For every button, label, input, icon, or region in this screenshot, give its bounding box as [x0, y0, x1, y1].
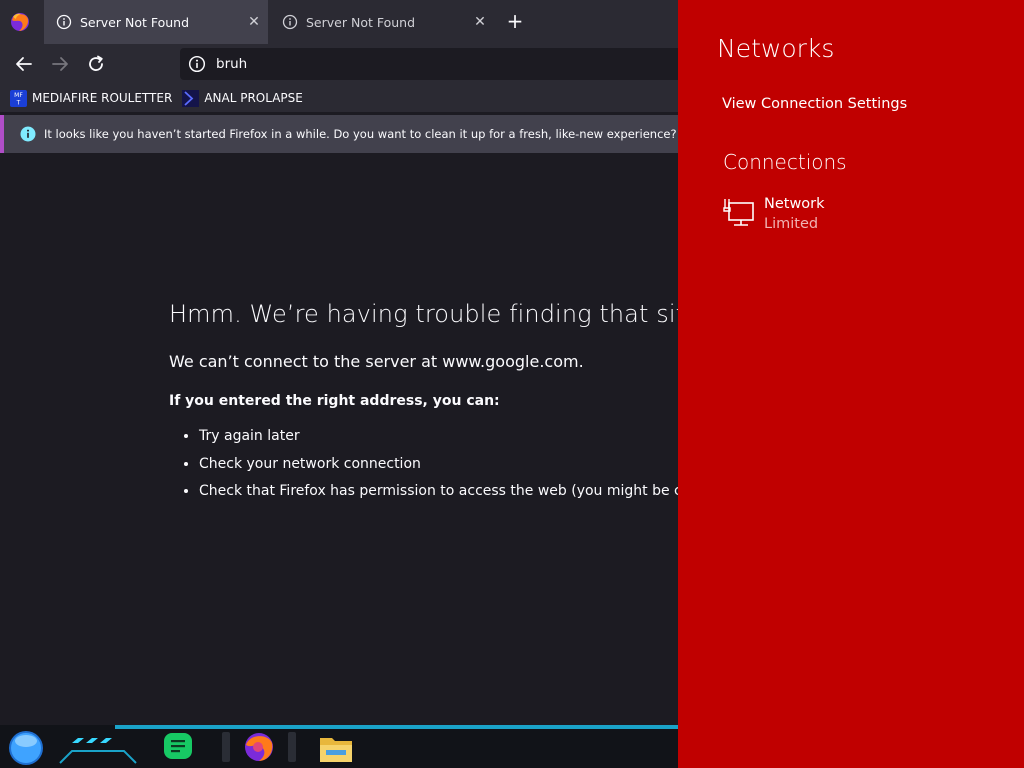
- bookmark-label: ANAL PROLAPSE: [204, 91, 303, 105]
- firefox-icon[interactable]: [222, 728, 298, 766]
- info-icon: [282, 14, 298, 30]
- info-icon: [56, 14, 72, 30]
- reload-icon[interactable]: [84, 52, 108, 76]
- error-page: Hmm. We’re having trouble finding that s…: [169, 300, 678, 506]
- close-tab-icon[interactable]: ✕: [244, 14, 264, 30]
- forward-arrow-icon[interactable]: [48, 52, 72, 76]
- firefox-window: Server Not Found ✕ Server Not Found ✕ +: [0, 0, 678, 725]
- start-orb-icon[interactable]: [6, 728, 46, 768]
- connections-heading: Connections: [723, 150, 847, 174]
- address-bar[interactable]: bruh: [180, 48, 678, 80]
- network-flyout: Networks View Connection Settings Connec…: [678, 0, 1024, 768]
- tab-strip: Server Not Found ✕ Server Not Found ✕ +: [0, 0, 678, 44]
- error-subtitle: If you entered the right address, you ca…: [169, 393, 500, 409]
- info-icon: [20, 126, 36, 142]
- mediafire-icon: MF T: [10, 89, 27, 107]
- firefox-menu-icon[interactable]: [8, 10, 32, 34]
- notification-text: It looks like you haven’t started Firefo…: [44, 127, 678, 141]
- chat-app-icon[interactable]: [162, 732, 194, 762]
- refresh-firefox-notification: It looks like you haven’t started Firefo…: [0, 115, 678, 153]
- close-tab-icon[interactable]: ✕: [470, 14, 490, 30]
- svg-text:T: T: [16, 99, 21, 106]
- network-name[interactable]: Network: [764, 196, 825, 212]
- site-info-icon[interactable]: [188, 55, 206, 73]
- tab-title: Server Not Found: [306, 14, 416, 30]
- url-text[interactable]: bruh: [216, 56, 247, 72]
- back-arrow-icon[interactable]: [12, 52, 36, 76]
- list-item: Check that Firefox has permission to acc…: [199, 478, 678, 506]
- bookmark-anal-prolapse[interactable]: ANAL PROLAPSE: [182, 89, 303, 107]
- bookmark-label: MEDIAFIRE ROULETTER: [32, 91, 173, 105]
- taskbar: [0, 725, 678, 768]
- ethernet-network-icon[interactable]: [723, 196, 755, 228]
- error-title: Hmm. We’re having trouble finding that s…: [169, 300, 678, 328]
- list-item: Try again later: [199, 423, 678, 451]
- file-explorer-icon[interactable]: [318, 732, 354, 764]
- bookmarks-toolbar: MF T MEDIAFIRE ROULETTER ANAL PROLAPSE: [0, 84, 678, 112]
- flyout-title: Networks: [717, 34, 835, 63]
- tab-title: Server Not Found: [80, 14, 190, 30]
- error-description: We can’t connect to the server at www.go…: [169, 352, 584, 371]
- suggestion-list: Try again later Check your network conne…: [169, 423, 678, 506]
- navigation-toolbar: bruh: [0, 44, 678, 84]
- bookmark-mediafire-rouletter[interactable]: MF T MEDIAFIRE ROULETTER: [10, 89, 173, 107]
- sigma-icon: [182, 89, 200, 107]
- view-connection-settings-link[interactable]: View Connection Settings: [722, 96, 907, 112]
- list-item: Check your network connection: [199, 451, 678, 479]
- new-tab-button[interactable]: +: [504, 10, 526, 32]
- task-view-icon[interactable]: [58, 731, 138, 765]
- taskbar-accent-line: [115, 725, 678, 729]
- svg-text:MF: MF: [14, 92, 23, 99]
- network-status: Limited: [764, 216, 819, 232]
- tab-server-not-found[interactable]: Server Not Found ✕: [270, 0, 494, 44]
- tab-server-not-found-active[interactable]: Server Not Found ✕: [44, 0, 268, 44]
